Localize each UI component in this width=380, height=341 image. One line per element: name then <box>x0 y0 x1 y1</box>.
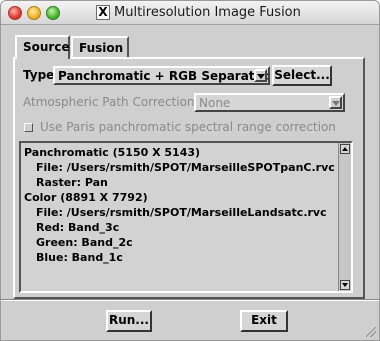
app-window: X Multiresolution Image Fusion Source Fu… <box>0 0 380 341</box>
atm-correction-value: None <box>199 96 231 110</box>
close-window-button[interactable] <box>8 6 22 20</box>
divider <box>1 299 379 301</box>
source-info-text: Panchromatic (5150 X 5143) File: /Users/r… <box>24 145 335 265</box>
dropdown-arrow-icon[interactable] <box>254 69 267 82</box>
type-select[interactable]: Panchromatic + RGB Separated <box>53 66 270 85</box>
info-line: Green: Band_2c <box>36 236 133 249</box>
info-line: File: /Users/rsmith/SPOT/MarseilleSPOTpa… <box>36 161 335 174</box>
atm-correction-label: Atmospheric Path Correction <box>23 95 195 109</box>
scroll-up-icon[interactable] <box>340 144 350 154</box>
tab-source[interactable]: Source <box>15 35 70 59</box>
tab-fusion[interactable]: Fusion <box>71 36 129 59</box>
info-line: Panchromatic (5150 X 5143) <box>24 146 201 159</box>
paris-correction-label: Use Paris panchromatic spectral range co… <box>40 120 336 134</box>
info-line: Color (8891 X 7792) <box>24 191 148 204</box>
x11-icon: X <box>96 5 110 20</box>
type-label: Type <box>23 68 55 82</box>
scroll-down-icon[interactable] <box>340 280 350 290</box>
resize-grip-icon[interactable] <box>366 327 376 337</box>
select-button[interactable]: Select... <box>272 65 332 86</box>
zoom-window-button[interactable] <box>46 6 60 20</box>
type-select-value: Panchromatic + RGB Separated <box>58 69 270 83</box>
info-line: Red: Band_3c <box>36 221 120 234</box>
paris-correction-checkbox[interactable] <box>24 123 33 132</box>
info-line: Blue: Band_1c <box>36 251 123 264</box>
minimize-window-button[interactable] <box>27 6 41 20</box>
info-line: File: /Users/rsmith/SPOT/MarseilleLandsa… <box>36 206 327 219</box>
source-info-listbox[interactable]: Panchromatic (5150 X 5143) File: /Users/r… <box>19 141 353 293</box>
atm-correction-select[interactable]: None <box>194 93 345 112</box>
dropdown-arrow-icon[interactable] <box>329 96 342 109</box>
info-line: Raster: Pan <box>36 176 108 189</box>
exit-button[interactable]: Exit <box>240 310 288 332</box>
vertical-scrollbar[interactable] <box>338 143 351 291</box>
title-bar[interactable]: X Multiresolution Image Fusion <box>1 1 379 25</box>
window-title: Multiresolution Image Fusion <box>114 5 301 20</box>
run-button[interactable]: Run... <box>106 310 152 332</box>
